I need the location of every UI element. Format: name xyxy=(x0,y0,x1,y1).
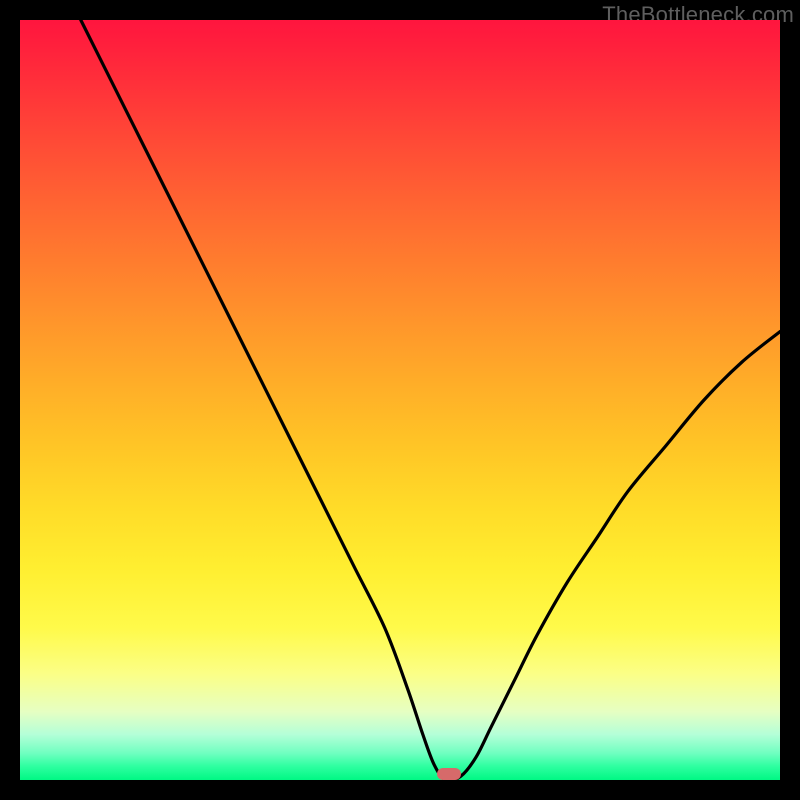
optimal-marker xyxy=(437,768,461,780)
plot-area xyxy=(20,20,780,780)
bottleneck-curve xyxy=(20,20,780,780)
chart-frame: TheBottleneck.com xyxy=(0,0,800,800)
